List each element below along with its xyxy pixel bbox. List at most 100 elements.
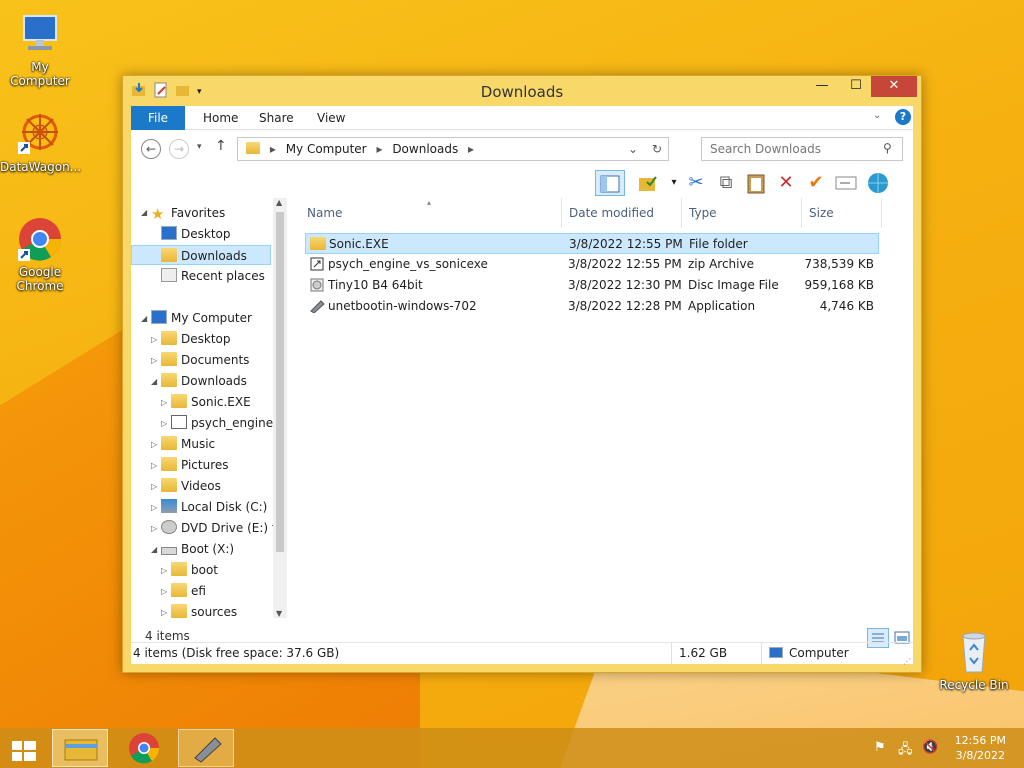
tree-item-psych-engine[interactable]: psych_engine_v (171, 413, 286, 433)
address-bar[interactable]: ▸ My Computer ▸ Downloads ▸ ⌄ ↻ (237, 137, 669, 161)
tree-item-sonic-exe[interactable]: Sonic.EXE (171, 392, 251, 412)
collapsed-arrow-icon[interactable]: ▷ (161, 587, 167, 596)
tree-item-documents[interactable]: Documents (161, 350, 249, 370)
desktop-icon-my-computer[interactable]: My Computer (0, 10, 80, 88)
column-date-modified[interactable]: Date modified (569, 198, 654, 228)
table-row[interactable]: unetbootin-windows-702 3/8/2022 12:28 PM… (305, 296, 879, 317)
table-row[interactable]: Sonic.EXE 3/8/2022 12:55 PM File folder (305, 233, 879, 254)
taskbar: ⚑ 🖧 🔇 12:56 PM 3/8/2022 (0, 728, 1024, 768)
cut-icon[interactable]: ✂ (683, 170, 709, 196)
collapsed-arrow-icon[interactable]: ▷ (151, 503, 157, 512)
rename-icon[interactable] (833, 170, 859, 196)
taskbar-file-explorer[interactable] (52, 729, 108, 767)
tree-item-downloads[interactable]: Downloads (131, 245, 271, 265)
breadcrumb-my-computer[interactable]: My Computer (286, 142, 367, 156)
tree-item-dvd-drive[interactable]: DVD Drive (E:) tin (161, 518, 287, 538)
tab-file[interactable]: File (131, 106, 185, 130)
action-center-flag-icon[interactable]: ⚑ (874, 740, 886, 755)
tree-item-downloads[interactable]: Downloads (161, 371, 247, 391)
column-size[interactable]: Size (809, 198, 834, 228)
desktop-icon-google-chrome[interactable]: Google Chrome (0, 215, 80, 293)
volume-muted-icon[interactable]: 🔇 (922, 740, 938, 755)
tree-item-boot[interactable]: boot (171, 560, 218, 580)
title-bar[interactable]: ▾ Downloads — ☐ ✕ (123, 76, 921, 106)
tree-item-recent-places[interactable]: Recent places (161, 266, 265, 286)
start-button[interactable] (0, 729, 48, 767)
breadcrumb-downloads[interactable]: Downloads (392, 142, 458, 156)
table-row[interactable]: Tiny10 B4 64bit 3/8/2022 12:30 PM Disc I… (305, 275, 879, 296)
collapsed-arrow-icon[interactable]: ▷ (161, 566, 167, 575)
tree-my-computer[interactable]: My Computer (151, 308, 252, 328)
tree-item-efi[interactable]: efi (171, 581, 206, 601)
collapsed-arrow-icon[interactable]: ▷ (161, 419, 167, 428)
taskbar-chrome[interactable] (116, 729, 172, 767)
tab-home[interactable]: Home (191, 106, 250, 130)
back-icon[interactable]: ← (141, 139, 161, 159)
tree-item-music[interactable]: Music (161, 434, 215, 454)
close-button[interactable]: ✕ (871, 76, 917, 97)
file-type: Application (688, 299, 756, 313)
tree-item-local-disk[interactable]: Local Disk (C:) (161, 497, 267, 517)
expand-arrow-icon[interactable]: ◢ (151, 377, 157, 386)
network-icon[interactable]: 🖧 (898, 740, 913, 762)
collapsed-arrow-icon[interactable]: ▷ (151, 524, 157, 533)
address-dropdown-icon[interactable]: ⌄ (628, 138, 638, 160)
tab-view[interactable]: View (305, 106, 357, 130)
column-type[interactable]: Type (689, 198, 717, 228)
scroll-up-icon[interactable]: ▲ (276, 198, 282, 207)
collapsed-arrow-icon[interactable]: ▷ (151, 440, 157, 449)
zip-archive-icon (310, 257, 324, 277)
tree-item-pictures[interactable]: Pictures (161, 455, 229, 475)
paste-icon[interactable] (743, 170, 769, 196)
desktop-icon-recycle-bin[interactable]: Recycle Bin (934, 628, 1014, 692)
tree-item-sources[interactable]: sources (171, 602, 237, 622)
tree-item-boot-drive[interactable]: Boot (X:) (161, 539, 234, 559)
ribbon-expand-icon[interactable]: ⌄ (873, 110, 881, 121)
file-name: Tiny10 B4 64bit (328, 278, 423, 292)
expand-arrow-icon[interactable]: ◢ (141, 208, 147, 217)
collapsed-arrow-icon[interactable]: ▷ (161, 398, 167, 407)
taskbar-unetbootin[interactable] (178, 729, 234, 767)
collapsed-arrow-icon[interactable]: ▷ (151, 356, 157, 365)
help-icon[interactable]: ? (895, 109, 911, 125)
system-clock[interactable]: 12:56 PM 3/8/2022 (955, 733, 1006, 763)
tree-item-videos[interactable]: Videos (161, 476, 221, 496)
column-name[interactable]: Name (307, 198, 342, 228)
file-size: 738,539 KB (804, 257, 874, 271)
folder-icon (161, 373, 177, 387)
tree-item-desktop[interactable]: Desktop (161, 224, 231, 244)
table-row[interactable]: psych_engine_vs_sonicexe 3/8/2022 12:55 … (305, 254, 879, 275)
forward-icon[interactable]: → (169, 139, 189, 159)
collapsed-arrow-icon[interactable]: ▷ (161, 608, 167, 617)
nav-scrollbar[interactable]: ▲ ▼ (273, 198, 287, 618)
tree-item-desktop[interactable]: Desktop (161, 329, 231, 349)
collapsed-arrow-icon[interactable]: ▷ (151, 461, 157, 470)
minimize-button[interactable]: — (805, 76, 839, 97)
windows-logo-icon (12, 741, 36, 761)
desktop-icon-datawagon[interactable]: DataWagon... (0, 110, 81, 174)
folder-down-icon (246, 142, 260, 154)
file-name: unetbootin-windows-702 (328, 299, 477, 313)
search-icon[interactable]: ⚲ (883, 141, 892, 155)
scroll-down-icon[interactable]: ▼ (276, 609, 282, 618)
up-arrow-icon[interactable]: ↑ (215, 138, 227, 154)
expand-arrow-icon[interactable]: ◢ (151, 545, 157, 554)
copy-icon[interactable]: ⧉ (713, 170, 739, 196)
scrollbar-thumb[interactable] (276, 212, 284, 552)
collapsed-arrow-icon[interactable]: ▷ (151, 482, 157, 491)
resize-grip-icon[interactable]: ⋰ (903, 651, 911, 672)
search-input[interactable]: Search Downloads (701, 137, 903, 161)
select-folder-icon[interactable] (635, 170, 661, 196)
recent-locations-icon[interactable]: ▾ (197, 142, 202, 152)
tree-favorites[interactable]: ★ Favorites (151, 203, 225, 223)
delete-icon[interactable]: ✕ (773, 170, 799, 196)
refresh-icon[interactable]: ↻ (652, 138, 662, 160)
expand-arrow-icon[interactable]: ◢ (141, 314, 147, 323)
maximize-button[interactable]: ☐ (839, 76, 873, 97)
pictures-folder-icon (161, 457, 177, 471)
tab-share[interactable]: Share (247, 106, 306, 130)
globe-icon[interactable] (865, 170, 891, 196)
check-icon[interactable]: ✔ (803, 170, 829, 196)
preview-pane-icon[interactable] (595, 170, 625, 196)
collapsed-arrow-icon[interactable]: ▷ (151, 335, 157, 344)
